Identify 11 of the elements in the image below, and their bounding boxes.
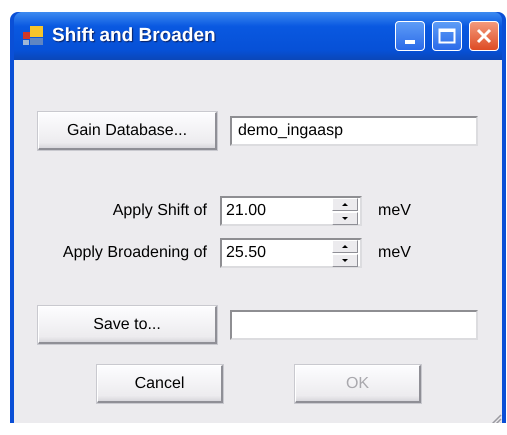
window-title: Shift and Broaden — [52, 25, 217, 47]
save-to-button[interactable]: Save to... — [38, 306, 217, 344]
dialog-button[interactable]: Cancel — [97, 365, 223, 403]
unit-label: meV — [378, 244, 411, 262]
number-spinner[interactable]: 25.50 — [220, 238, 362, 268]
gain-database-button[interactable]: Gain Database... — [38, 112, 217, 150]
number-spinner[interactable]: 21.00 — [220, 196, 362, 226]
field-label: Apply Broadening of — [62, 244, 207, 262]
unit-label: meV — [378, 202, 411, 220]
input-field[interactable]: demo_ingaasp — [230, 116, 478, 146]
field-label: Apply Shift of — [112, 202, 207, 220]
